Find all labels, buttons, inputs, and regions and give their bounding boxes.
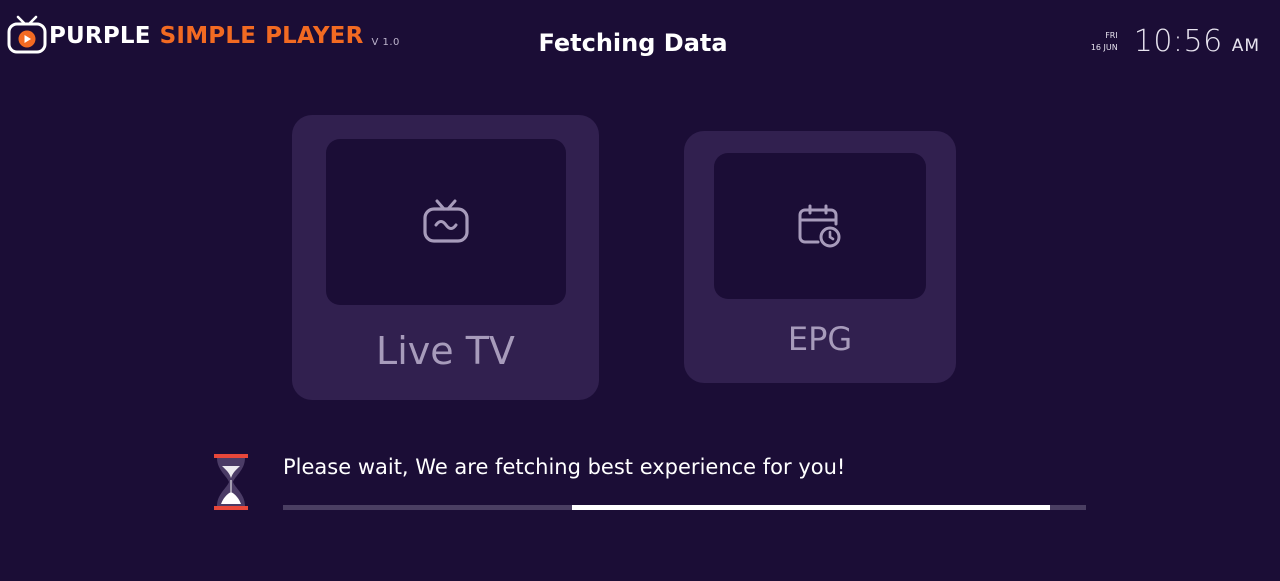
day-of-week: FRI: [1105, 31, 1118, 40]
epg-label: EPG: [787, 320, 853, 358]
live-tv-label: Live TV: [376, 329, 515, 373]
progress-bar: [283, 505, 1086, 510]
live-tv-tile[interactable]: Live TV: [292, 115, 599, 400]
clock-ampm: AM: [1231, 36, 1260, 56]
calendar-clock-icon: [798, 204, 841, 248]
date-block: FRI 16 JUN: [1091, 30, 1118, 54]
epg-icon-panel: [714, 153, 926, 299]
progress-bar-fill: [572, 505, 1050, 510]
epg-tile[interactable]: EPG: [684, 131, 956, 383]
loading-message: Please wait, We are fetching best experi…: [283, 455, 846, 479]
page-title: Fetching Data: [538, 29, 728, 57]
date-text: 16 JUN: [1090, 43, 1118, 52]
clock-time: 10:56: [1133, 24, 1223, 59]
tv-icon: [423, 199, 469, 243]
datetime-display: FRI 16 JUN 10:56 AM: [1091, 24, 1260, 60]
hourglass-icon: [214, 454, 248, 510]
live-tv-icon-panel: [326, 139, 566, 305]
